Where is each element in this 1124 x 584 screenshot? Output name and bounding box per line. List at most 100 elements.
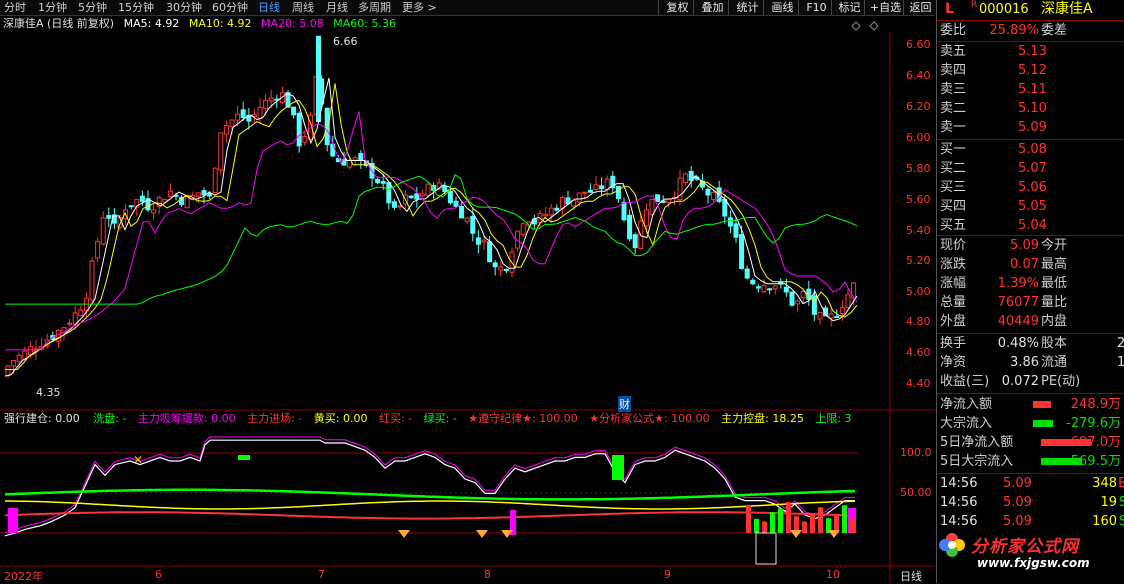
candle-body [733, 223, 739, 238]
buy-signal-icon: ✕ [133, 453, 143, 467]
flow-label: 大宗流入 [940, 416, 993, 431]
candle-body [95, 241, 101, 259]
stat-row: 外盘 40449 内盘 [937, 312, 1124, 331]
indicator-bar [818, 507, 823, 533]
indicator-bar [802, 521, 807, 533]
weibi-label: 委比 [940, 23, 967, 38]
stat2-label: 换手 [940, 336, 967, 351]
candle-body [705, 188, 711, 196]
bid-label: 买四 [940, 199, 967, 214]
ask-label: 卖五 [940, 44, 967, 59]
flow-value: 697.0万 [1070, 435, 1121, 450]
flow-label: 净流入额 [940, 397, 993, 412]
indicator-name: 强行建仓 [4, 412, 48, 425]
ask-row[interactable]: 卖一 5.09 [937, 118, 1124, 137]
candle-body [235, 113, 241, 121]
bid-row[interactable]: 买二 5.07 [937, 159, 1124, 178]
weicha-label: 委差 [1041, 23, 1068, 38]
candle-body [212, 167, 218, 193]
ind-item-xipan: 洗盘: - [93, 412, 127, 425]
stock-name: 深康佳A [1041, 1, 1093, 17]
flow-label: 5日大宗流入 [940, 454, 1014, 469]
diamond-icon [869, 21, 879, 31]
ma-line [5, 111, 858, 351]
ask-price: 5.09 [1018, 120, 1047, 135]
candle-body [67, 322, 73, 325]
ind-item-kongpan: 主力控盘: 18.25 [721, 412, 804, 425]
candle-body [811, 295, 817, 315]
stat2-label2: 股本 [1041, 336, 1068, 351]
stock-code: 000016 [979, 2, 1029, 17]
ask-label: 卖四 [940, 63, 967, 78]
candle-body [789, 291, 795, 306]
ind-item-jinchang: 主力进场: - [247, 412, 303, 425]
candle-body [5, 365, 11, 377]
candle-body [783, 286, 789, 293]
candle-body [655, 194, 661, 203]
candle-body [408, 195, 414, 199]
ma-line [4, 77, 858, 377]
bid-row[interactable]: 买三 5.06 [937, 178, 1124, 197]
candle-body [100, 217, 106, 245]
ask-row[interactable]: 卖四 5.12 [937, 61, 1124, 80]
indicator-line [4, 488, 856, 501]
stat-label: 涨跌 [940, 257, 967, 272]
candle-body [554, 207, 560, 211]
candle-body [240, 109, 246, 118]
candle-body [302, 135, 308, 143]
stat-row: 总量 76077 量比 [937, 293, 1124, 312]
stat-row: 现价 5.09 今开 [937, 236, 1124, 255]
candle-body [582, 191, 588, 194]
candle-body [503, 268, 509, 271]
flow-row: 大宗流入 -279.6万 [937, 414, 1124, 433]
stat2-value: 0.48% [997, 336, 1039, 351]
candle-body [750, 279, 756, 285]
candle-body [576, 192, 582, 203]
bid-row[interactable]: 买四 5.05 [937, 197, 1124, 216]
stat-label: 总量 [940, 295, 967, 310]
stat-label2: 最高 [1041, 257, 1068, 272]
flow-bar [1033, 420, 1053, 427]
finance-marker[interactable]: 财 [618, 396, 631, 412]
candle-body [316, 35, 321, 123]
flow-value: 248.9万 [1070, 397, 1121, 412]
indicator-bar [810, 513, 815, 533]
candle-body [587, 189, 593, 193]
stat-label2: 内盘 [1041, 314, 1068, 329]
x-tick: 2022年 [4, 570, 43, 583]
bid-label: 买一 [940, 142, 967, 157]
stat2-row: 换手 0.48% 股本 2 [937, 334, 1124, 353]
indicator-bar [612, 455, 624, 480]
kline-chart[interactable]: ✕ [0, 0, 935, 583]
ind-item-jilv: ★遵守纪律★: 100.00 [468, 412, 578, 425]
candle-body [330, 143, 336, 157]
indicator-line [4, 511, 856, 520]
ind-item-hongmai: 红买: - [378, 412, 413, 425]
stat-label2: 量比 [1041, 295, 1068, 310]
candle-body [593, 184, 599, 190]
x-tick: 9 [664, 568, 671, 581]
bid-row[interactable]: 买一 5.08 [937, 140, 1124, 159]
ma-lines-group [4, 77, 858, 377]
quote-r-flag: R [971, 0, 978, 10]
x-tick: 7 [318, 568, 325, 581]
candle-body [229, 119, 235, 127]
ask-row[interactable]: 卖五 5.13 [937, 42, 1124, 61]
candle-body [492, 262, 498, 268]
indicator-tick: 50.00 [900, 486, 932, 499]
candle-body [817, 311, 823, 320]
ask-row[interactable]: 卖二 5.10 [937, 99, 1124, 118]
candle-body [27, 346, 33, 355]
ask-label: 卖一 [940, 120, 967, 135]
ask-price: 5.13 [1018, 44, 1047, 59]
candle-body [139, 195, 145, 202]
highlight-box [755, 532, 777, 565]
x-axis-period: 日线 [900, 570, 922, 583]
ask-row[interactable]: 卖三 5.11 [937, 80, 1124, 99]
stat-label2: 最低 [1041, 276, 1068, 291]
candle-body [425, 183, 431, 196]
candle-body [795, 300, 801, 305]
bid-row[interactable]: 买五 5.04 [937, 216, 1124, 235]
stat-row: 涨幅 1.39% 最低 [937, 274, 1124, 293]
price-tick: 5.00 [906, 285, 931, 298]
